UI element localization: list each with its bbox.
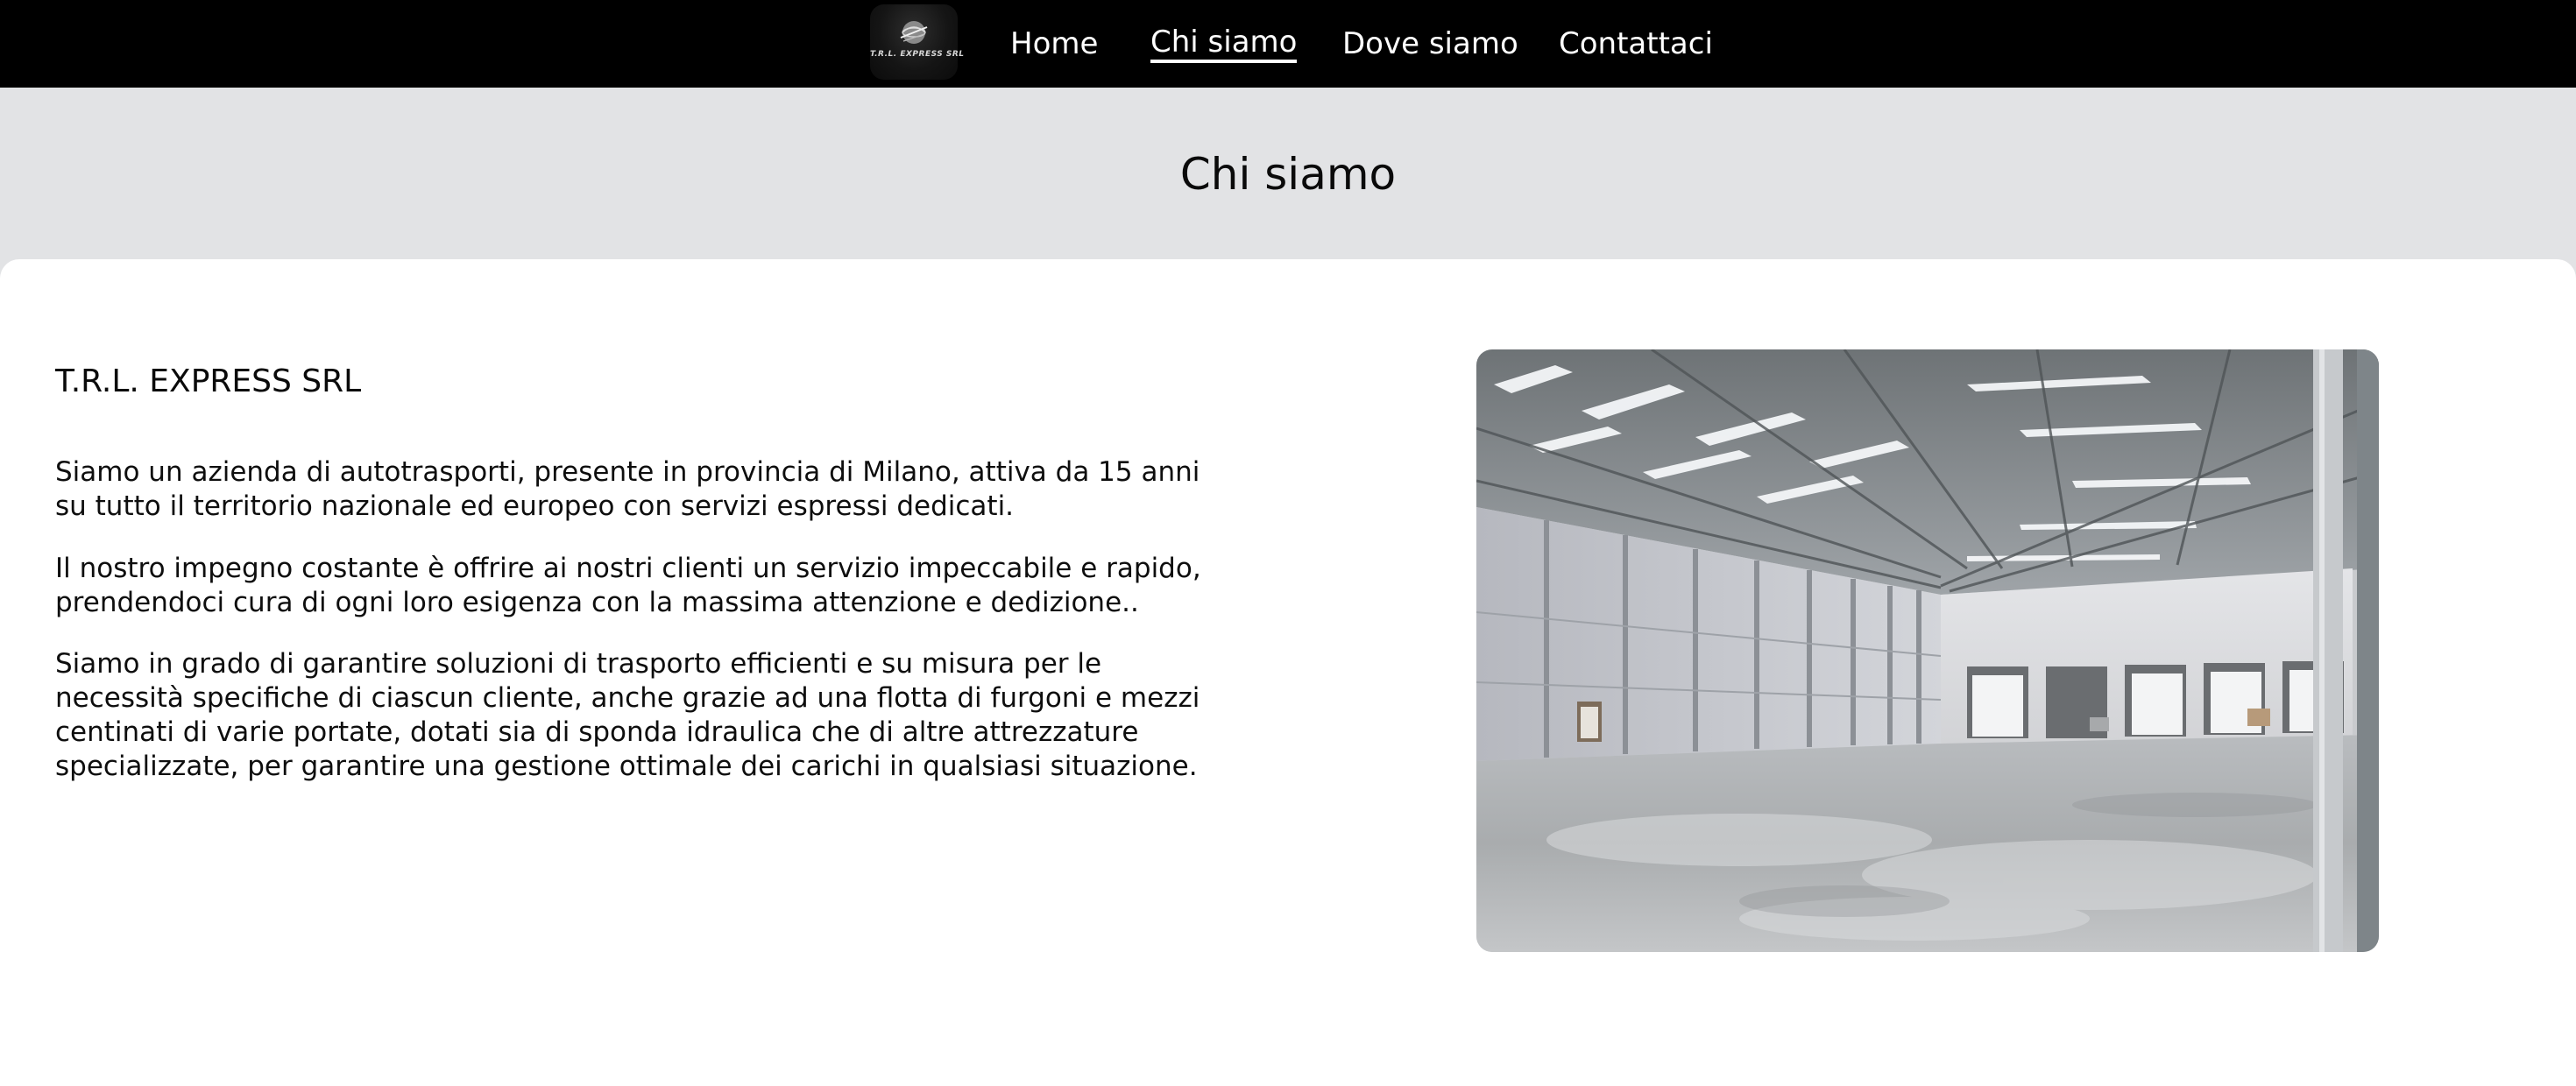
services-paragraph: Siamo in grado di garantire soluzioni di… xyxy=(55,647,1247,784)
paragraph-line: centinati di varie portate, dotati sia d… xyxy=(55,716,1139,748)
intro-paragraph: Siamo un azienda di autotrasporti, prese… xyxy=(55,455,1247,524)
commitment-paragraph: Il nostro impegno costante è offrire ai … xyxy=(55,552,1247,620)
company-name-heading: T.R.L. EXPRESS SRL xyxy=(55,363,362,399)
logo-wordmark: T.R.L. EXPRESS SRL xyxy=(870,50,965,59)
paragraph-line: su tutto il territorio nazionale ed euro… xyxy=(55,490,1015,522)
paragraph-line: Siamo in grado di garantire soluzioni di… xyxy=(55,648,1102,680)
nav-contattaci[interactable]: Contattaci xyxy=(1559,25,1713,63)
globe-logo-icon xyxy=(900,21,928,44)
warehouse-illustration xyxy=(1476,349,2379,952)
paragraph-line: prendendoci cura di ogni loro esigenza c… xyxy=(55,587,1139,618)
page-title: Chi siamo xyxy=(1179,149,1397,200)
warehouse-photo xyxy=(1476,349,2379,952)
top-navigation-bar: T.R.L. EXPRESS SRL Home Chi siamo Dove s… xyxy=(0,0,2576,88)
nav-dove-siamo[interactable]: Dove siamo xyxy=(1342,25,1518,63)
paragraph-line: necessità specifiche di ciascun cliente,… xyxy=(55,682,1200,714)
company-logo[interactable]: T.R.L. EXPRESS SRL xyxy=(870,4,965,80)
paragraph-line: specializzate, per garantire una gestion… xyxy=(55,751,1198,782)
nav-home[interactable]: Home xyxy=(1010,25,1098,63)
paragraph-line: Siamo un azienda di autotrasporti, prese… xyxy=(55,456,1200,488)
paragraph-line: Il nostro impegno costante è offrire ai … xyxy=(55,553,1201,584)
page-title-band: Chi siamo xyxy=(0,88,2576,259)
nav-chi-siamo[interactable]: Chi siamo xyxy=(1150,25,1298,63)
content-card: T.R.L. EXPRESS SRL Siamo un azienda di a… xyxy=(0,259,2576,1086)
